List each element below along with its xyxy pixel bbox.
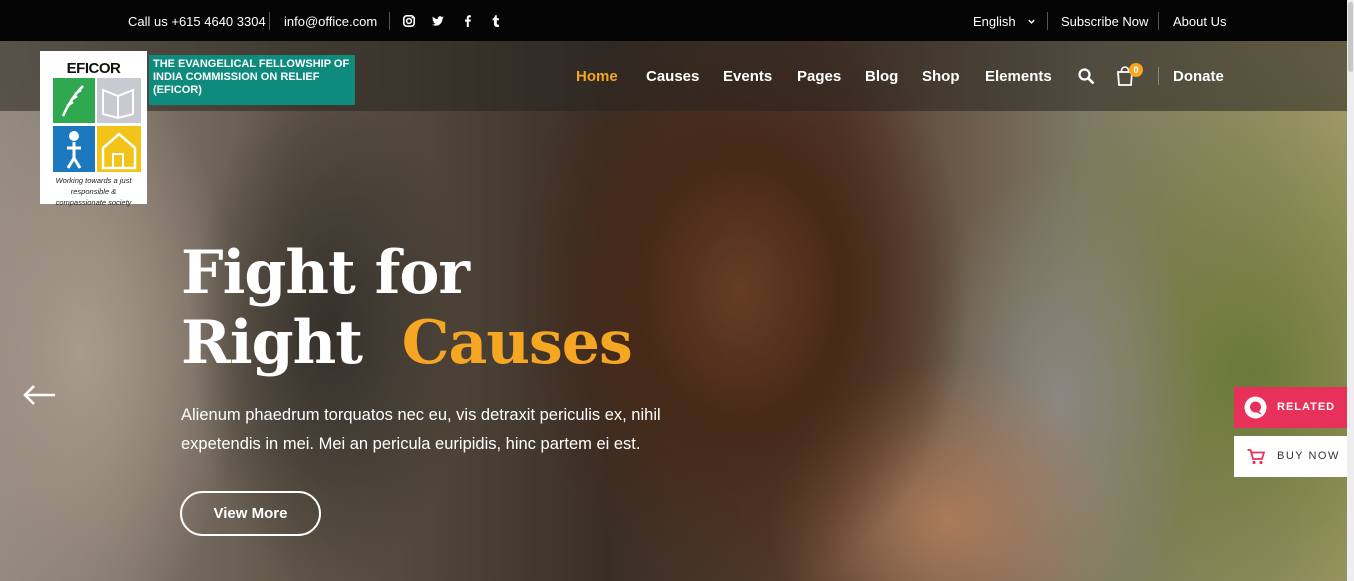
search-icon[interactable] bbox=[1078, 68, 1095, 85]
logo-emblem-icon bbox=[53, 78, 141, 172]
divider bbox=[389, 12, 390, 30]
facebook-icon[interactable] bbox=[462, 15, 474, 27]
language-label: English bbox=[973, 14, 1016, 29]
cart-count-badge: 0 bbox=[1129, 63, 1143, 77]
page-scrollbar[interactable] bbox=[1347, 0, 1354, 581]
donate-link[interactable]: Donate bbox=[1173, 41, 1224, 111]
nav-blog[interactable]: Blog bbox=[865, 41, 898, 111]
nav-events[interactable]: Events bbox=[723, 41, 772, 111]
org-name-tag: THE EVANGELICAL FELLOWSHIP OF INDIA COMM… bbox=[149, 55, 355, 105]
nav-shop[interactable]: Shop bbox=[922, 41, 960, 111]
hero-subtitle: Alienum phaedrum torquatos nec eu, vis d… bbox=[181, 406, 661, 453]
logo-brand: EFICOR bbox=[66, 60, 121, 77]
phone-text: Call us +615 4640 3304 bbox=[128, 14, 266, 29]
buy-now-label: BUY NOW bbox=[1277, 450, 1340, 462]
divider bbox=[1158, 67, 1159, 85]
related-label: RELATED bbox=[1277, 401, 1336, 413]
hero-title-line1: Fight for bbox=[181, 238, 470, 308]
cart-button[interactable]: 0 bbox=[1116, 63, 1146, 89]
email-link[interactable]: info@office.com bbox=[284, 0, 377, 41]
divider bbox=[269, 12, 270, 30]
nav-pages[interactable]: Pages bbox=[797, 41, 841, 111]
twitter-icon[interactable] bbox=[432, 15, 444, 27]
subscribe-link[interactable]: Subscribe Now bbox=[1061, 0, 1148, 41]
nav-home[interactable]: Home bbox=[576, 41, 618, 111]
cart-icon bbox=[1247, 449, 1265, 465]
hero-title: Fight for Right Causes bbox=[181, 238, 633, 378]
view-more-button[interactable]: View More bbox=[180, 491, 321, 536]
hero-title-accent: Causes bbox=[401, 308, 633, 378]
language-select[interactable]: English bbox=[973, 0, 1036, 41]
divider bbox=[1158, 12, 1159, 30]
hero-title-right: Right bbox=[181, 308, 363, 378]
buy-now-button[interactable]: BUY NOW bbox=[1234, 436, 1347, 477]
instagram-icon[interactable] bbox=[403, 15, 415, 27]
eficor-logo[interactable]: EFICOR Working towards a just responsibl… bbox=[40, 51, 147, 207]
top-bar: Call us +615 4640 3304 info@office.com E… bbox=[0, 0, 1347, 41]
logo-tagline: Working towards a just responsible & com… bbox=[55, 176, 132, 207]
nav-causes[interactable]: Causes bbox=[646, 41, 699, 111]
tumblr-icon[interactable] bbox=[490, 15, 502, 27]
about-link[interactable]: About Us bbox=[1173, 0, 1226, 41]
related-icon bbox=[1244, 396, 1267, 419]
scrollbar-thumb[interactable] bbox=[1348, 2, 1353, 72]
nav-elements[interactable]: Elements bbox=[985, 41, 1052, 111]
related-button[interactable]: RELATED bbox=[1234, 387, 1347, 428]
chevron-down-icon bbox=[1028, 19, 1035, 24]
hero-title-line2: Right Causes bbox=[181, 308, 633, 378]
arrow-left-icon[interactable] bbox=[22, 384, 56, 406]
divider bbox=[1047, 12, 1048, 30]
